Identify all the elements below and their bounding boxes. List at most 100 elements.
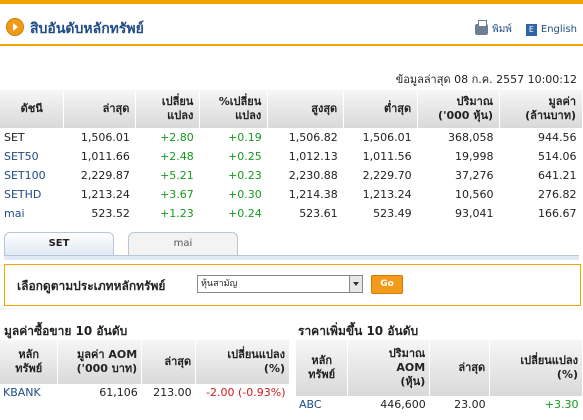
market-tabs: SET mai — [4, 232, 579, 256]
index-header-2: เปลี่ยน แปลง — [135, 90, 201, 128]
index-cell: +1.23 — [135, 203, 200, 223]
index-cell: 523.49 — [343, 203, 418, 223]
top-value-header-line: เปลี่ยนแปลง — [227, 348, 285, 361]
index-table: ดัชนี ล่าสุด เปลี่ยน แปลง %เปลี่ยน แปลง สูงสุด… — [0, 90, 583, 223]
index-row[interactable]: mai 523.52 +1.23 +0.24 523.61 523.49 93,041 166… — [0, 203, 583, 223]
select-value: หุ้นสามัญ — [201, 279, 238, 289]
tab-underline — [4, 255, 579, 260]
top-gainers-header-2: ล่าสุด — [429, 340, 491, 396]
index-header-4: สูงสุด — [267, 90, 345, 128]
index-symbol[interactable]: SETHD — [0, 184, 64, 204]
index-cell: 1,011.56 — [343, 146, 418, 166]
index-cell: +3.67 — [135, 184, 200, 204]
index-cell: 1,213.24 — [63, 184, 136, 204]
top-gainers-symbol[interactable]: ABC — [296, 396, 348, 413]
top-gainers-header-line: (%) — [556, 368, 578, 381]
index-cell: +0.30 — [199, 184, 268, 204]
index-cell: 10,560 — [417, 184, 500, 204]
index-cell: 93,041 — [417, 203, 500, 223]
index-header-3: %เปลี่ยน แปลง — [199, 90, 269, 128]
top-value-header-line: (%) — [263, 362, 285, 375]
index-header-7: มูลค่า (ล้านบาท) — [499, 90, 583, 128]
top-gainers-header-1: ปริมาณ AOM (หุ้น) — [347, 340, 431, 396]
top-gainers-table: หลัก ทรัพย์ ปริมาณ AOM (หุ้น) ล่าสุด เปลี่ยนแป… — [296, 340, 583, 413]
index-symbol[interactable]: SET — [0, 128, 64, 147]
top-gainers-header-line: ปริมาณ — [388, 347, 426, 360]
index-cell: 37,276 — [417, 165, 500, 185]
top-value-cell: 61,106 — [99, 386, 138, 399]
top-value-header-line: หลัก — [18, 348, 40, 361]
top-gainers-header-line: AOM — [396, 361, 426, 374]
index-header-line: ล่าสุด — [102, 102, 130, 115]
index-symbol[interactable]: SET100 — [0, 165, 64, 185]
top-value-symbol[interactable]: KBANK — [0, 384, 58, 401]
index-header-6: ปริมาณ ('000 หุ้น) — [417, 90, 501, 128]
tab-mai[interactable]: mai — [128, 232, 238, 255]
header-divider — [0, 44, 583, 46]
page-header: สิบอันดับหลักทรัพย์ พิมพ์ E English — [0, 10, 583, 48]
top-gainers-header-0: หลัก ทรัพย์ — [296, 340, 349, 396]
top-gainers-cell: 23.00 — [454, 398, 486, 411]
index-cell: +0.24 — [199, 203, 268, 223]
index-cell: 166.67 — [499, 203, 583, 223]
index-header-line: ('000 หุ้น) — [438, 109, 494, 122]
index-cell: 1,506.82 — [267, 128, 344, 147]
top-gainers-header-line: (หุ้น) — [400, 375, 426, 388]
top-value-header-0: หลัก ทรัพย์ — [0, 340, 59, 384]
top-value-cell: 213.00 — [153, 386, 192, 399]
chevron-down-icon[interactable] — [349, 276, 362, 292]
tab-set[interactable]: SET — [4, 232, 114, 255]
top-gainers-title: ราคาเพิ่มขึ้น 10 อันดับ — [298, 324, 419, 338]
index-header-line: เปลี่ยน — [161, 95, 194, 108]
security-type-filter: เลือกดูตามประเภทหลักทรัพย์ หุ้นสามัญ Go — [4, 264, 581, 306]
filter-label: เลือกดูตามประเภทหลักทรัพย์ — [17, 279, 166, 293]
top-gainers-header-line: หลัก — [311, 354, 333, 367]
top-value-cell: -2.00 (-0.93%) — [206, 386, 286, 399]
index-symbol[interactable]: SET50 — [0, 146, 64, 166]
security-type-select[interactable]: หุ้นสามัญ — [197, 275, 363, 293]
index-cell: 1,214.38 — [267, 184, 344, 204]
english-link[interactable]: English — [541, 24, 577, 35]
top-value-header-line: ('000 บาท) — [76, 362, 138, 375]
print-link[interactable]: พิมพ์ — [492, 22, 512, 37]
index-cell: 19,998 — [417, 146, 500, 166]
index-header-line: แปลง — [235, 109, 262, 122]
index-row[interactable]: SETHD 1,213.24 +3.67 +0.30 1,214.38 1,213.24 1… — [0, 184, 583, 204]
index-cell: +5.21 — [135, 165, 200, 185]
top-gainers-header-line: เปลี่ยนแปลง — [520, 354, 578, 367]
top-gainers-header-3: เปลี่ยนแปลง (%) — [489, 340, 583, 396]
index-cell: 641.21 — [499, 165, 583, 185]
index-cell: +0.25 — [199, 146, 268, 166]
index-header-1: ล่าสุด — [63, 90, 137, 128]
top-gainers-cell: +3.30 — [544, 398, 579, 411]
top-gainers-cell: 446,600 — [380, 398, 426, 411]
index-cell: 523.52 — [63, 203, 136, 223]
page-title: สิบอันดับหลักทรัพย์ — [30, 21, 144, 37]
top-value-table: หลัก ทรัพย์ มูลค่า AOM ('000 บาท) ล่าสุด เปลี… — [0, 340, 290, 401]
index-symbol[interactable]: mai — [0, 203, 64, 223]
go-button[interactable]: Go — [371, 275, 403, 294]
index-header-line: ต่ำสุด — [383, 102, 412, 115]
index-cell: 944.56 — [499, 128, 583, 147]
index-cell: 368,058 — [417, 128, 500, 147]
index-cell: 276.82 — [499, 184, 583, 204]
english-flag-icon[interactable]: E — [525, 23, 537, 36]
index-cell: 1,011.66 — [63, 146, 136, 166]
index-cell: 2,229.70 — [343, 165, 418, 185]
printer-icon[interactable] — [475, 20, 489, 35]
play-arrow-icon — [6, 18, 24, 36]
index-cell: 1,213.24 — [343, 184, 418, 204]
index-cell: 2,230.88 — [267, 165, 344, 185]
top-gainers-header-line: ล่าสุด — [458, 361, 486, 374]
index-header-5: ต่ำสุด — [343, 90, 419, 128]
index-header-line: สูงสุด — [311, 102, 338, 115]
index-cell: +2.48 — [135, 146, 200, 166]
index-row[interactable]: SET 1,506.01 +2.80 +0.19 1,506.82 1,506.01 368… — [0, 128, 583, 147]
top-value-row[interactable]: KBANK 61,106 213.00 -2.00 (-0.93%) — [0, 384, 290, 401]
index-row[interactable]: SET100 2,229.87 +5.21 +0.23 2,230.88 2,229.70… — [0, 165, 583, 185]
top-value-header-2: ล่าสุด — [141, 340, 197, 384]
top-value-header-line: ล่าสุด — [164, 355, 192, 368]
top-value-header-1: มูลค่า AOM ('000 บาท) — [57, 340, 143, 384]
index-row[interactable]: SET50 1,011.66 +2.48 +0.25 1,012.13 1,011.56 1… — [0, 146, 583, 166]
top-gainers-row[interactable]: ABC 446,600 23.00 +3.30 — [296, 396, 583, 413]
